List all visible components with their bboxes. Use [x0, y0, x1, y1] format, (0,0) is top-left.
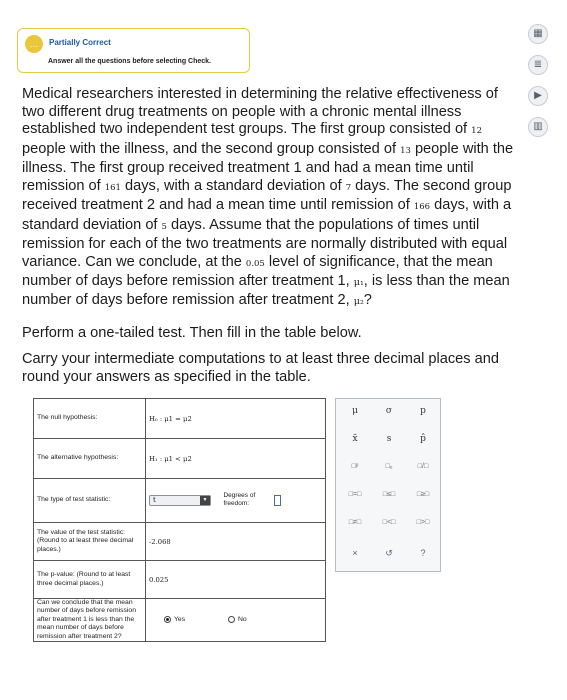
test-statistic-dropdown[interactable]: t ▼ — [149, 494, 211, 506]
clear-icon[interactable]: × — [344, 547, 366, 559]
p-value[interactable]: 0.025 — [145, 560, 326, 599]
help-icon[interactable]: ? — [412, 547, 434, 559]
superscript-button[interactable]: □ᵖ — [344, 461, 366, 473]
problem-text: days, with a standard deviation of — [120, 177, 346, 194]
table-row: The value of the test statistic: (Round … — [33, 522, 326, 561]
answer-table: The null hypothesis: H₀ : μ1 = μ2 The al… — [33, 398, 326, 643]
problem-text: ? — [363, 291, 372, 308]
equals-button[interactable]: □=□ — [344, 489, 366, 501]
instruction-rounding: Carry your intermediate computations to … — [22, 351, 499, 385]
less-equal-button[interactable]: □≤□ — [378, 489, 400, 501]
test-statistic-selected: t — [153, 495, 156, 504]
table-row: The alternative hypothesis: H₁ : μ1 < μ2 — [33, 438, 326, 479]
test-statistic-value[interactable]: -2.068 — [145, 522, 326, 561]
table-row: The null hypothesis: H₀ : μ1 = μ2 — [33, 398, 326, 439]
less-than-button[interactable]: □<□ — [378, 517, 400, 529]
mu1-symbol: μ₁ — [353, 277, 364, 288]
notepad-icon[interactable]: ≣ — [528, 55, 548, 75]
problem-text: people with the illness, and the second … — [22, 140, 401, 157]
video-icon[interactable]: ▶ — [528, 86, 548, 106]
undo-icon[interactable]: ↺ — [378, 547, 400, 559]
degrees-of-freedom-label: Degrees of freedom: — [223, 492, 256, 508]
degrees-of-freedom-input[interactable] — [273, 494, 281, 506]
yes-radio[interactable] — [164, 616, 171, 624]
p-symbol-button[interactable]: p — [412, 405, 434, 417]
ebook-icon[interactable]: ▥ — [528, 117, 548, 137]
greater-equal-button[interactable]: □≥□ — [412, 489, 434, 501]
fraction-button[interactable]: □/□ — [412, 461, 434, 473]
test-statistic-type-label: The type of test statistic: — [33, 478, 146, 523]
mu-symbol-button[interactable]: μ — [344, 405, 366, 417]
yes-label: Yes — [174, 616, 186, 624]
calculator-icon[interactable]: ▦ — [528, 24, 548, 44]
group1-size: 12 — [471, 126, 482, 136]
no-label: No — [238, 616, 247, 624]
group2-mean: 166 — [413, 202, 431, 212]
problem-text: Medical researchers interested in determ… — [22, 86, 498, 137]
group2-size: 13 — [400, 145, 411, 156]
status-message: Answer all the questions before selectin… — [48, 58, 211, 65]
p-value-label: The p-value: (Round to at least three de… — [33, 560, 146, 599]
not-equal-button[interactable]: □≠□ — [344, 517, 366, 529]
status-banner: … Partially Correct Answer all the quest… — [17, 28, 250, 73]
significance-level: 0.05 — [245, 258, 265, 269]
conclusion-label: Can we conclude that the mean number of … — [33, 597, 146, 643]
speech-bubble-icon: … — [25, 35, 43, 53]
mu2-symbol: μ₂ — [353, 295, 364, 307]
problem-statement: Medical researchers interested in determ… — [22, 86, 520, 310]
null-hypothesis-value[interactable]: H₀ : μ1 = μ2 — [145, 398, 326, 439]
test-statistic-type-cell: t ▼ Degrees of freedom: — [145, 478, 326, 523]
test-statistic-value-label: The value of the test statistic: (Round … — [33, 522, 146, 561]
sigma-symbol-button[interactable]: σ — [378, 405, 400, 417]
group1-mean: 161 — [104, 182, 121, 193]
no-radio[interactable] — [228, 616, 235, 624]
null-hypothesis-label: The null hypothesis: — [33, 398, 146, 439]
status-title: Partially Correct — [49, 38, 111, 47]
conclusion-options: Yes No — [145, 597, 326, 643]
table-row: Can we conclude that the mean number of … — [33, 597, 326, 643]
alt-hypothesis-label: The alternative hypothesis: — [33, 438, 146, 479]
alt-hypothesis-value[interactable]: H₁ : μ1 < μ2 — [145, 438, 326, 479]
xbar-symbol-button[interactable]: x̄ — [344, 433, 366, 445]
instruction-one-tailed: Perform a one-tailed test. Then fill in … — [22, 325, 362, 341]
symbol-palette: μ σ p x̄ s p̂ □ᵖ □ₒ □/□ □=□ □≤□ □≥□ □≠□ … — [335, 398, 441, 572]
phat-symbol-button[interactable]: p̂ — [412, 433, 434, 445]
subscript-button[interactable]: □ₒ — [378, 461, 400, 473]
chevron-down-icon: ▼ — [200, 495, 210, 505]
s-symbol-button[interactable]: s — [378, 433, 400, 445]
table-row: The p-value: (Round to at least three de… — [33, 560, 326, 599]
greater-than-button[interactable]: □>□ — [412, 517, 434, 529]
table-row: The type of test statistic: t ▼ Degrees … — [33, 478, 326, 523]
